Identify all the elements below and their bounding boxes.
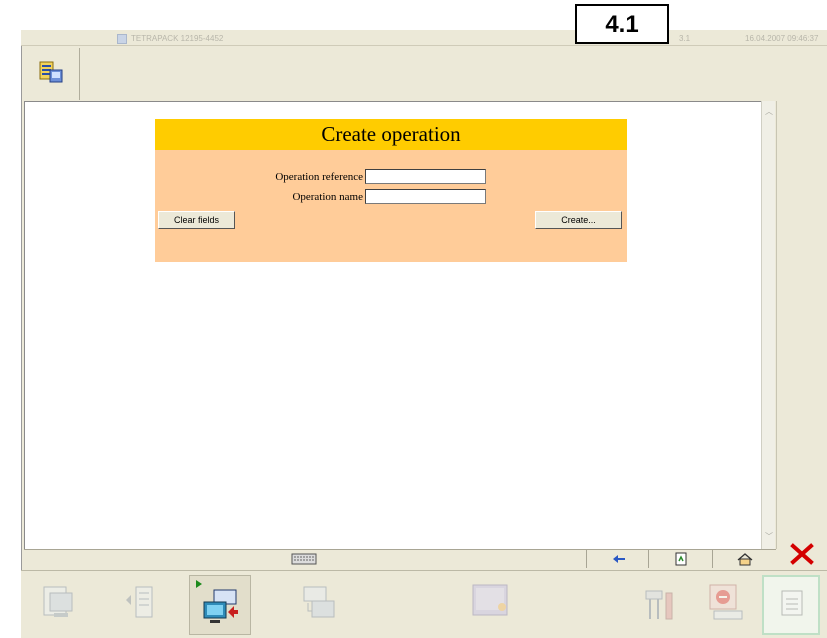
refresh-button[interactable] [648, 550, 712, 568]
task-stop-button[interactable] [702, 575, 762, 635]
create-button[interactable]: Create... [535, 211, 622, 229]
operation-name-input[interactable] [365, 189, 486, 204]
operation-reference-label: Operation reference [275, 171, 363, 183]
vertical-scrollbar[interactable]: ︿ ﹀ [761, 101, 775, 549]
close-x-icon [790, 543, 814, 565]
home-button[interactable] [712, 550, 776, 568]
keyboard-icon [291, 553, 317, 565]
refresh-icon [675, 552, 687, 566]
task-display-button[interactable] [469, 575, 529, 635]
module-menu-button[interactable] [24, 48, 80, 100]
report-screen-icon [43, 586, 73, 617]
operation-reference-input[interactable] [365, 169, 486, 184]
task-tools-button[interactable] [636, 575, 696, 635]
datetime: 16.04.2007 09:46:37 [745, 34, 819, 43]
app-icon [117, 34, 127, 44]
scroll-up-icon[interactable]: ︿ [763, 106, 775, 118]
task-list-button[interactable] [112, 575, 172, 635]
display-screen-icon [472, 584, 508, 616]
operation-transfer-icon [196, 580, 238, 623]
module-icon [39, 61, 63, 83]
clear-fields-button[interactable]: Clear fields [158, 211, 235, 229]
keyboard-button[interactable] [24, 550, 586, 568]
operation-name-label: Operation name [292, 191, 363, 203]
task-transfer-button[interactable] [290, 575, 350, 635]
menu-bar [81, 48, 827, 100]
version-label: 4.1 [575, 4, 669, 44]
back-button[interactable] [586, 550, 648, 568]
task-operation-button[interactable] [189, 575, 251, 635]
home-icon [737, 553, 753, 566]
page-number: 3.1 [679, 34, 691, 43]
tools-icon [645, 590, 673, 620]
right-side-panel [776, 101, 827, 549]
list-navigation-icon [126, 586, 153, 618]
data-transfer-icon [303, 586, 335, 618]
back-arrow-icon [613, 555, 625, 563]
close-button[interactable] [781, 538, 823, 570]
form-title: Create operation [155, 119, 627, 150]
task-document-button[interactable] [762, 575, 820, 635]
app-title: TETRAPACK 12195-4452 [131, 34, 224, 43]
document-icon [781, 590, 803, 616]
stop-screen-icon [709, 584, 743, 620]
scroll-down-icon[interactable]: ﹀ [763, 531, 775, 543]
task-report-button[interactable] [30, 575, 90, 635]
